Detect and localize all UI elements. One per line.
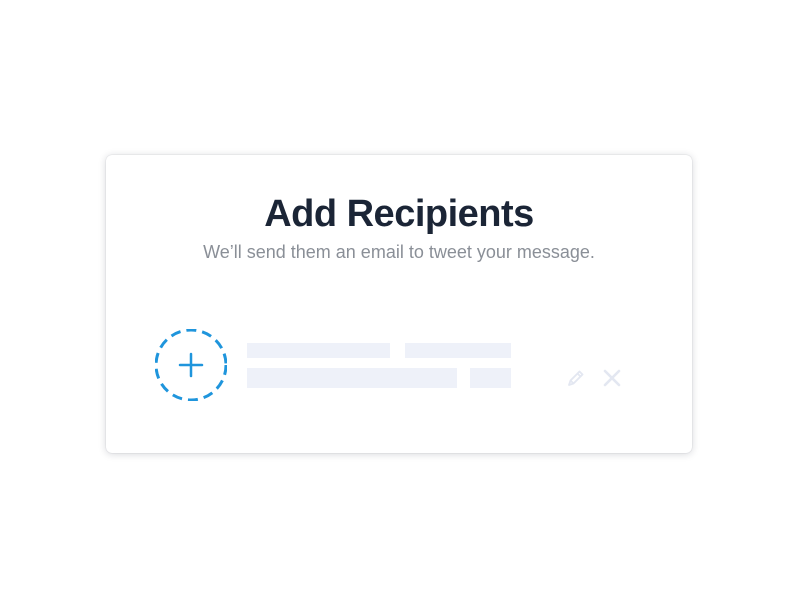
recipient-handle-placeholder [405, 343, 511, 358]
dialog-subtitle: We’ll send them an email to tweet your m… [203, 242, 595, 262]
remove-recipient-button[interactable] [601, 367, 623, 389]
dialog-title: Add Recipients [264, 193, 534, 235]
page: Add Recipients We’ll send them an email … [0, 0, 800, 600]
add-recipient-button[interactable] [155, 329, 227, 401]
plus-icon [155, 329, 227, 401]
recipient-name-placeholder [247, 343, 390, 358]
edit-recipient-button[interactable] [565, 367, 587, 389]
add-recipients-dialog: Add Recipients We’ll send them an email … [106, 155, 692, 453]
close-icon [603, 369, 621, 387]
pencil-icon [568, 370, 584, 386]
recipient-email-placeholder [247, 368, 457, 388]
recipient-meta-placeholder [470, 368, 511, 388]
